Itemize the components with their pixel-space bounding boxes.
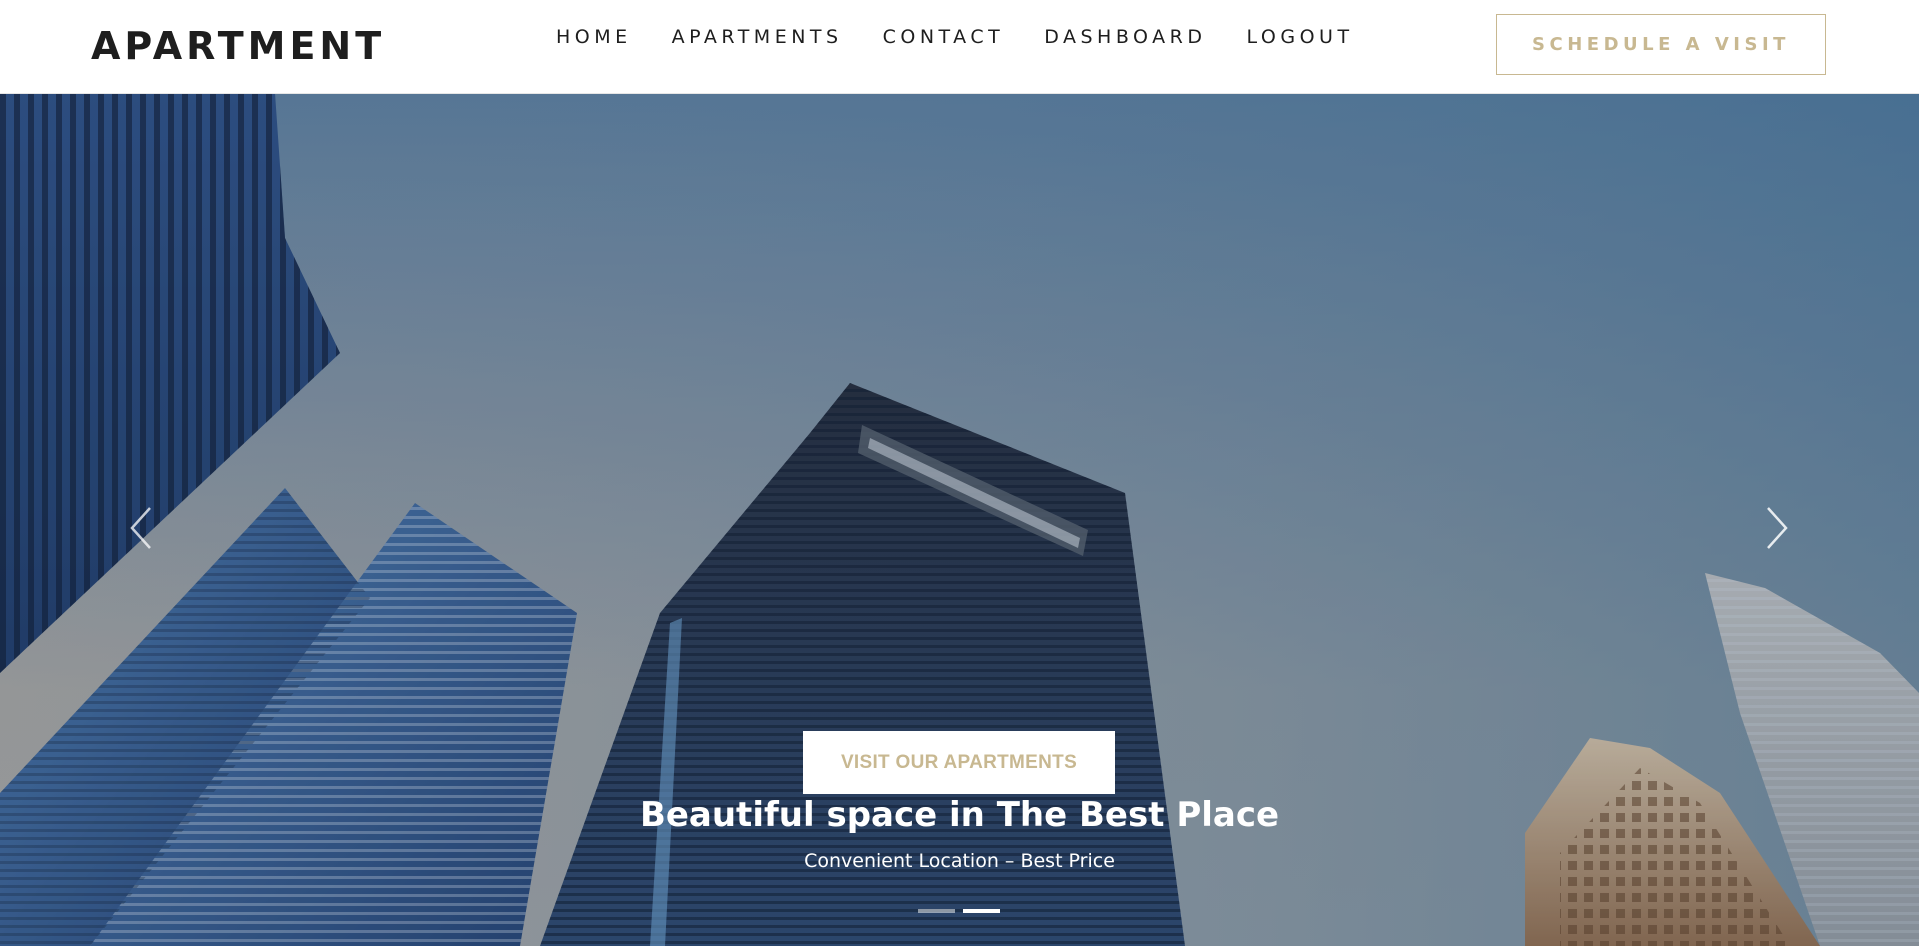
schedule-visit-button[interactable]: SCHEDULE A VISIT <box>1496 14 1826 75</box>
nav-item-home[interactable]: HOME <box>556 22 632 52</box>
nav-item-logout[interactable]: LOGOUT <box>1247 22 1354 52</box>
brand-logo[interactable]: APARTMENT <box>91 23 385 69</box>
carousel-indicator-1[interactable] <box>918 909 955 913</box>
hero-subtitle: Convenient Location – Best Price <box>804 850 1115 872</box>
site-header: APARTMENT HOME APARTMENTS CONTACT DASHBO… <box>0 0 1919 94</box>
hero-carousel: VISIT OUR APARTMENTS Beautiful space in … <box>0 93 1919 946</box>
main-nav: HOME APARTMENTS CONTACT DASHBOARD LOGOUT <box>556 22 1394 52</box>
chevron-left-icon <box>130 507 151 549</box>
carousel-prev-button[interactable] <box>122 498 162 558</box>
nav-item-contact[interactable]: CONTACT <box>883 22 1005 52</box>
nav-item-dashboard[interactable]: DASHBOARD <box>1044 22 1206 52</box>
carousel-next-button[interactable] <box>1756 498 1796 558</box>
visit-apartments-button[interactable]: VISIT OUR APARTMENTS <box>803 731 1115 794</box>
chevron-right-icon <box>1767 507 1788 549</box>
nav-item-apartments[interactable]: APARTMENTS <box>672 22 843 52</box>
carousel-indicator-2[interactable] <box>963 909 1000 913</box>
hero-title: Beautiful space in The Best Place <box>639 795 1280 835</box>
carousel-indicators <box>918 909 1008 913</box>
